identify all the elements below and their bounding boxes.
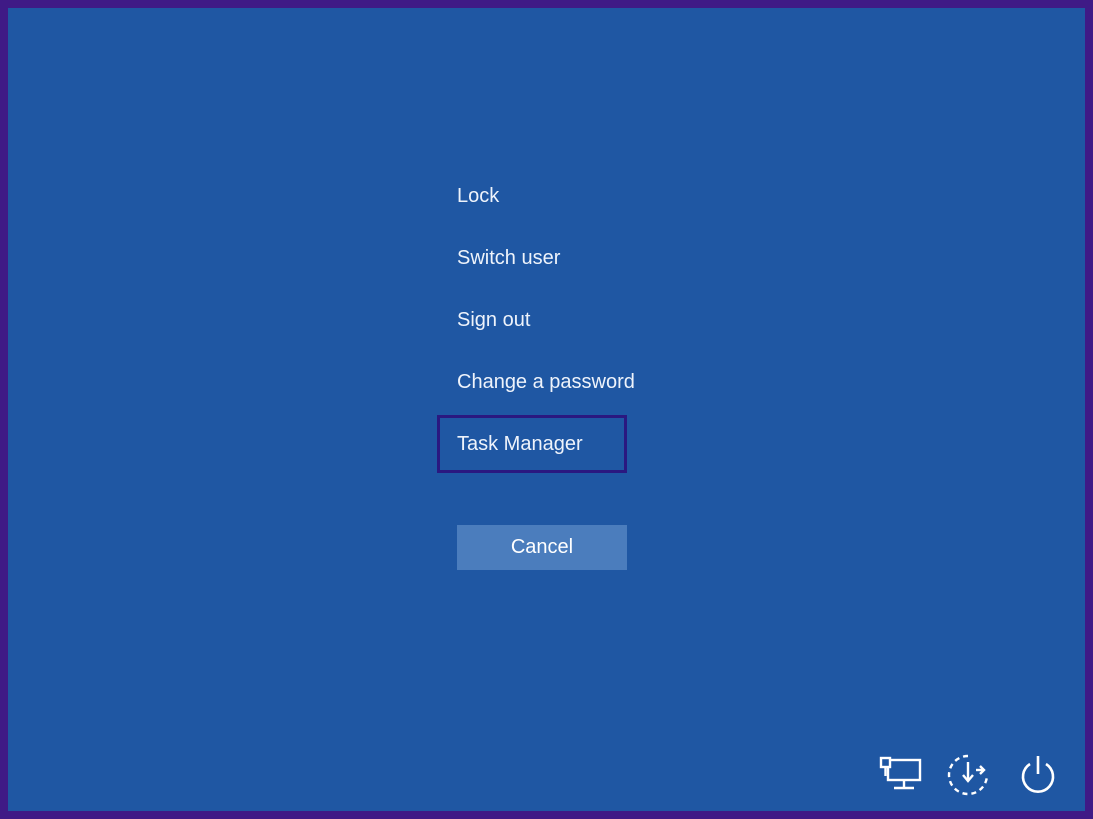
switch-user-option[interactable]: Switch user	[457, 238, 560, 278]
power-icon[interactable]	[1013, 750, 1063, 800]
ctrl-alt-del-screen: Lock Switch user Sign out Change a passw…	[0, 0, 1093, 819]
sign-out-option[interactable]: Sign out	[457, 300, 530, 340]
task-manager-option[interactable]: Task Manager	[437, 415, 627, 473]
change-password-option[interactable]: Change a password	[457, 362, 635, 402]
network-icon[interactable]	[876, 750, 926, 800]
ease-of-access-icon[interactable]	[943, 750, 993, 800]
cancel-button[interactable]: Cancel	[457, 525, 627, 570]
lock-option[interactable]: Lock	[457, 176, 499, 216]
